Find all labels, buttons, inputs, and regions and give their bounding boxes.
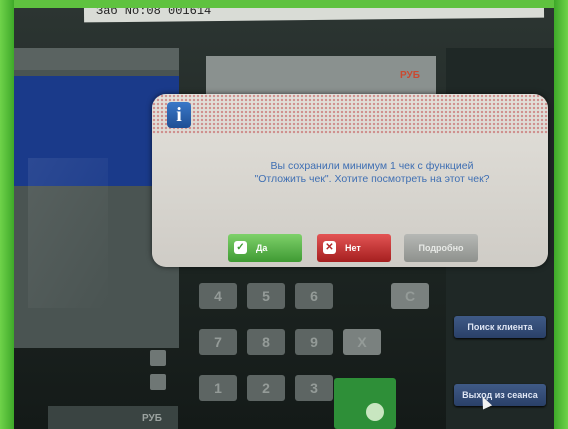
dialog-dot-pattern <box>152 94 548 134</box>
total-currency-label: РУБ <box>142 413 162 424</box>
key-1[interactable]: 1 <box>199 375 237 401</box>
screen-glare <box>28 158 108 308</box>
details-button[interactable]: Подробно <box>404 234 478 262</box>
key-6[interactable]: 6 <box>295 283 333 309</box>
key-8[interactable]: 8 <box>247 329 285 355</box>
no-button-label: Нет <box>345 243 361 253</box>
confirm-key[interactable] <box>334 378 396 429</box>
info-icon: i <box>167 102 191 128</box>
monitor-frame-left <box>0 0 14 429</box>
yes-button[interactable]: ✓ Да <box>228 234 302 262</box>
numeric-keypad: 4 5 6 C 7 8 9 X 1 2 3 <box>189 273 439 429</box>
key-multiply[interactable]: X <box>343 329 381 355</box>
no-button[interactable]: ✕ Нет <box>317 234 391 262</box>
info-dialog: i Вы сохранили минимум 1 чек с функцией … <box>152 94 548 267</box>
receipt-header: Заб No:08 001614 <box>96 8 212 18</box>
scroll-up-icon[interactable] <box>150 350 166 366</box>
monitor-frame-right <box>554 0 568 429</box>
receipt-panel-header <box>14 48 179 70</box>
key-9[interactable]: 9 <box>295 329 333 355</box>
dialog-message-line2: "Отложить чек". Хотите посмотреть на это… <box>254 173 490 185</box>
search-client-button[interactable]: Поиск клиента <box>454 316 546 338</box>
dialog-message-line1: Вы сохранили минимум 1 чек с функцией <box>270 160 474 172</box>
checkmark-icon: ✓ <box>234 241 247 254</box>
dialog-message: Вы сохранили минимум 1 чек с функцией "О… <box>212 160 532 186</box>
exit-session-button[interactable]: Выход из сеанса <box>454 384 546 406</box>
key-3[interactable]: 3 <box>295 375 333 401</box>
key-4[interactable]: 4 <box>199 283 237 309</box>
key-clear[interactable]: C <box>391 283 429 309</box>
yes-button-label: Да <box>256 243 268 253</box>
key-5[interactable]: 5 <box>247 283 285 309</box>
checkbox-icon[interactable] <box>150 374 166 390</box>
amount-currency-label: РУБ <box>400 70 420 81</box>
check-icon <box>366 403 384 421</box>
cross-icon: ✕ <box>323 241 336 254</box>
key-7[interactable]: 7 <box>199 329 237 355</box>
key-2[interactable]: 2 <box>247 375 285 401</box>
